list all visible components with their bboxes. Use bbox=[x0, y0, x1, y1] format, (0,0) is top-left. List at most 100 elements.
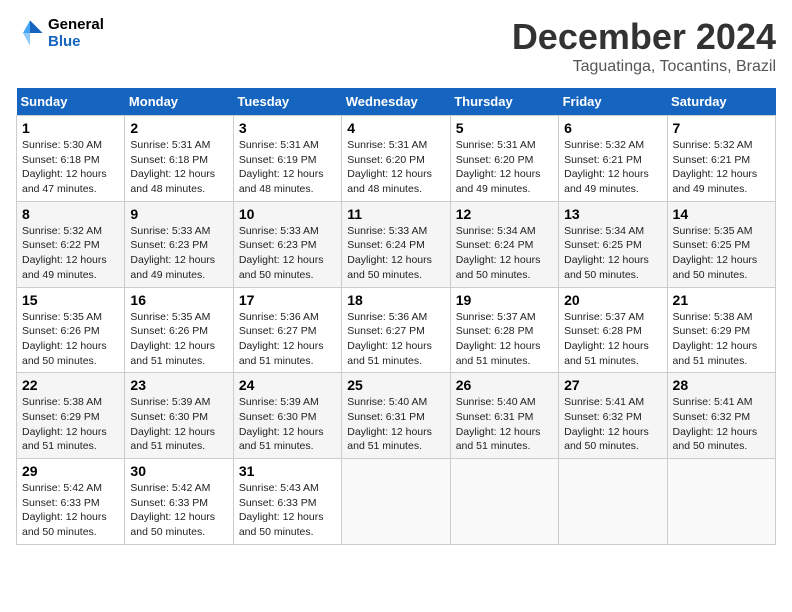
day-cell-27: 27 Sunrise: 5:41 AMSunset: 6:32 PMDaylig… bbox=[559, 373, 667, 459]
week-row-1: 1 Sunrise: 5:30 AMSunset: 6:18 PMDayligh… bbox=[17, 116, 776, 202]
day-cell-10: 10 Sunrise: 5:33 AMSunset: 6:23 PMDaylig… bbox=[233, 201, 341, 287]
day-detail: Sunrise: 5:43 AMSunset: 6:33 PMDaylight:… bbox=[239, 481, 336, 540]
day-detail: Sunrise: 5:37 AMSunset: 6:28 PMDaylight:… bbox=[564, 310, 661, 369]
day-cell-26: 26 Sunrise: 5:40 AMSunset: 6:31 PMDaylig… bbox=[450, 373, 558, 459]
day-number: 17 bbox=[239, 292, 336, 308]
day-number: 31 bbox=[239, 463, 336, 479]
logo-text: General Blue bbox=[48, 16, 104, 50]
calendar-header-row: SundayMondayTuesdayWednesdayThursdayFrid… bbox=[17, 88, 776, 116]
day-number: 27 bbox=[564, 377, 661, 393]
day-cell-2: 2 Sunrise: 5:31 AMSunset: 6:18 PMDayligh… bbox=[125, 116, 233, 202]
day-detail: Sunrise: 5:36 AMSunset: 6:27 PMDaylight:… bbox=[347, 310, 444, 369]
day-number: 21 bbox=[673, 292, 770, 308]
day-number: 11 bbox=[347, 206, 444, 222]
day-number: 20 bbox=[564, 292, 661, 308]
day-detail: Sunrise: 5:31 AMSunset: 6:20 PMDaylight:… bbox=[456, 138, 553, 197]
empty-cell bbox=[667, 459, 775, 545]
empty-cell bbox=[342, 459, 450, 545]
day-number: 28 bbox=[673, 377, 770, 393]
day-cell-30: 30 Sunrise: 5:42 AMSunset: 6:33 PMDaylig… bbox=[125, 459, 233, 545]
day-number: 16 bbox=[130, 292, 227, 308]
week-row-4: 22 Sunrise: 5:38 AMSunset: 6:29 PMDaylig… bbox=[17, 373, 776, 459]
weekday-header-wednesday: Wednesday bbox=[342, 88, 450, 116]
day-number: 8 bbox=[22, 206, 119, 222]
day-detail: Sunrise: 5:35 AMSunset: 6:26 PMDaylight:… bbox=[130, 310, 227, 369]
day-detail: Sunrise: 5:41 AMSunset: 6:32 PMDaylight:… bbox=[564, 395, 661, 454]
day-cell-3: 3 Sunrise: 5:31 AMSunset: 6:19 PMDayligh… bbox=[233, 116, 341, 202]
day-detail: Sunrise: 5:36 AMSunset: 6:27 PMDaylight:… bbox=[239, 310, 336, 369]
day-cell-19: 19 Sunrise: 5:37 AMSunset: 6:28 PMDaylig… bbox=[450, 287, 558, 373]
day-cell-25: 25 Sunrise: 5:40 AMSunset: 6:31 PMDaylig… bbox=[342, 373, 450, 459]
day-number: 24 bbox=[239, 377, 336, 393]
weekday-header-saturday: Saturday bbox=[667, 88, 775, 116]
day-cell-18: 18 Sunrise: 5:36 AMSunset: 6:27 PMDaylig… bbox=[342, 287, 450, 373]
day-detail: Sunrise: 5:35 AMSunset: 6:26 PMDaylight:… bbox=[22, 310, 119, 369]
day-detail: Sunrise: 5:33 AMSunset: 6:23 PMDaylight:… bbox=[239, 224, 336, 283]
weekday-header-friday: Friday bbox=[559, 88, 667, 116]
day-cell-7: 7 Sunrise: 5:32 AMSunset: 6:21 PMDayligh… bbox=[667, 116, 775, 202]
day-detail: Sunrise: 5:32 AMSunset: 6:21 PMDaylight:… bbox=[673, 138, 770, 197]
day-cell-4: 4 Sunrise: 5:31 AMSunset: 6:20 PMDayligh… bbox=[342, 116, 450, 202]
page-header: General Blue December 2024 Taguatinga, T… bbox=[16, 16, 776, 76]
day-detail: Sunrise: 5:40 AMSunset: 6:31 PMDaylight:… bbox=[456, 395, 553, 454]
day-cell-13: 13 Sunrise: 5:34 AMSunset: 6:25 PMDaylig… bbox=[559, 201, 667, 287]
day-number: 18 bbox=[347, 292, 444, 308]
day-number: 10 bbox=[239, 206, 336, 222]
day-number: 29 bbox=[22, 463, 119, 479]
day-cell-28: 28 Sunrise: 5:41 AMSunset: 6:32 PMDaylig… bbox=[667, 373, 775, 459]
day-number: 3 bbox=[239, 120, 336, 136]
day-detail: Sunrise: 5:34 AMSunset: 6:25 PMDaylight:… bbox=[564, 224, 661, 283]
day-cell-22: 22 Sunrise: 5:38 AMSunset: 6:29 PMDaylig… bbox=[17, 373, 125, 459]
day-number: 25 bbox=[347, 377, 444, 393]
month-title: December 2024 bbox=[512, 16, 776, 58]
day-detail: Sunrise: 5:32 AMSunset: 6:21 PMDaylight:… bbox=[564, 138, 661, 197]
day-number: 4 bbox=[347, 120, 444, 136]
weekday-header-thursday: Thursday bbox=[450, 88, 558, 116]
day-cell-1: 1 Sunrise: 5:30 AMSunset: 6:18 PMDayligh… bbox=[17, 116, 125, 202]
location: Taguatinga, Tocantins, Brazil bbox=[512, 58, 776, 76]
day-detail: Sunrise: 5:39 AMSunset: 6:30 PMDaylight:… bbox=[130, 395, 227, 454]
day-cell-14: 14 Sunrise: 5:35 AMSunset: 6:25 PMDaylig… bbox=[667, 201, 775, 287]
week-row-5: 29 Sunrise: 5:42 AMSunset: 6:33 PMDaylig… bbox=[17, 459, 776, 545]
day-number: 7 bbox=[673, 120, 770, 136]
day-detail: Sunrise: 5:38 AMSunset: 6:29 PMDaylight:… bbox=[22, 395, 119, 454]
day-detail: Sunrise: 5:42 AMSunset: 6:33 PMDaylight:… bbox=[130, 481, 227, 540]
title-block: December 2024 Taguatinga, Tocantins, Bra… bbox=[512, 16, 776, 76]
day-detail: Sunrise: 5:41 AMSunset: 6:32 PMDaylight:… bbox=[673, 395, 770, 454]
day-cell-12: 12 Sunrise: 5:34 AMSunset: 6:24 PMDaylig… bbox=[450, 201, 558, 287]
week-row-3: 15 Sunrise: 5:35 AMSunset: 6:26 PMDaylig… bbox=[17, 287, 776, 373]
empty-cell bbox=[559, 459, 667, 545]
calendar-table: SundayMondayTuesdayWednesdayThursdayFrid… bbox=[16, 88, 776, 545]
day-number: 9 bbox=[130, 206, 227, 222]
day-number: 2 bbox=[130, 120, 227, 136]
day-detail: Sunrise: 5:35 AMSunset: 6:25 PMDaylight:… bbox=[673, 224, 770, 283]
day-number: 14 bbox=[673, 206, 770, 222]
day-cell-9: 9 Sunrise: 5:33 AMSunset: 6:23 PMDayligh… bbox=[125, 201, 233, 287]
day-number: 26 bbox=[456, 377, 553, 393]
day-detail: Sunrise: 5:32 AMSunset: 6:22 PMDaylight:… bbox=[22, 224, 119, 283]
logo: General Blue bbox=[16, 16, 104, 50]
day-number: 1 bbox=[22, 120, 119, 136]
day-cell-16: 16 Sunrise: 5:35 AMSunset: 6:26 PMDaylig… bbox=[125, 287, 233, 373]
day-number: 15 bbox=[22, 292, 119, 308]
day-detail: Sunrise: 5:39 AMSunset: 6:30 PMDaylight:… bbox=[239, 395, 336, 454]
logo-icon bbox=[16, 19, 44, 47]
day-number: 13 bbox=[564, 206, 661, 222]
day-number: 12 bbox=[456, 206, 553, 222]
day-detail: Sunrise: 5:33 AMSunset: 6:24 PMDaylight:… bbox=[347, 224, 444, 283]
day-cell-29: 29 Sunrise: 5:42 AMSunset: 6:33 PMDaylig… bbox=[17, 459, 125, 545]
day-detail: Sunrise: 5:31 AMSunset: 6:18 PMDaylight:… bbox=[130, 138, 227, 197]
day-detail: Sunrise: 5:38 AMSunset: 6:29 PMDaylight:… bbox=[673, 310, 770, 369]
day-cell-5: 5 Sunrise: 5:31 AMSunset: 6:20 PMDayligh… bbox=[450, 116, 558, 202]
day-detail: Sunrise: 5:42 AMSunset: 6:33 PMDaylight:… bbox=[22, 481, 119, 540]
day-cell-11: 11 Sunrise: 5:33 AMSunset: 6:24 PMDaylig… bbox=[342, 201, 450, 287]
day-detail: Sunrise: 5:40 AMSunset: 6:31 PMDaylight:… bbox=[347, 395, 444, 454]
day-cell-23: 23 Sunrise: 5:39 AMSunset: 6:30 PMDaylig… bbox=[125, 373, 233, 459]
day-cell-21: 21 Sunrise: 5:38 AMSunset: 6:29 PMDaylig… bbox=[667, 287, 775, 373]
day-cell-17: 17 Sunrise: 5:36 AMSunset: 6:27 PMDaylig… bbox=[233, 287, 341, 373]
day-number: 6 bbox=[564, 120, 661, 136]
weekday-header-monday: Monday bbox=[125, 88, 233, 116]
day-cell-31: 31 Sunrise: 5:43 AMSunset: 6:33 PMDaylig… bbox=[233, 459, 341, 545]
day-cell-6: 6 Sunrise: 5:32 AMSunset: 6:21 PMDayligh… bbox=[559, 116, 667, 202]
empty-cell bbox=[450, 459, 558, 545]
